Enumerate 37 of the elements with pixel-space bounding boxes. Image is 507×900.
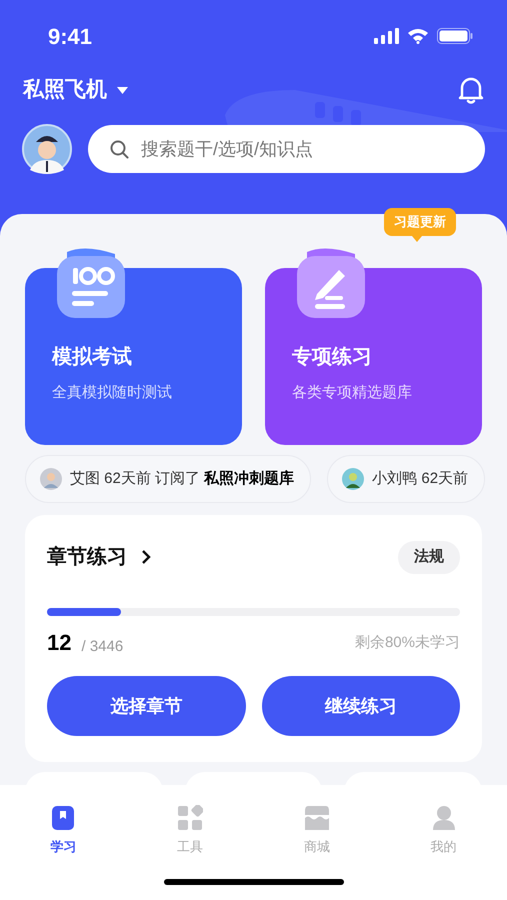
pen-icon: [295, 246, 367, 320]
book-icon: [51, 805, 76, 831]
grid-icon: [177, 805, 204, 831]
chapter-button[interactable]: 选择章节: [47, 676, 246, 736]
avatar-icon[interactable]: [22, 124, 72, 174]
subject-dropdown[interactable]: 私照飞机: [23, 74, 128, 106]
card-subtitle: 全真模拟随时测试: [52, 383, 173, 403]
tab-item[interactable]: 学习: [0, 805, 127, 856]
person-icon: [432, 805, 456, 831]
battery-icon: [437, 28, 473, 44]
category-tag[interactable]: 法规: [398, 541, 460, 574]
remaining-text: 剩余80%未学习: [354, 632, 460, 652]
activity-text: 小刘鸭 62天前: [372, 468, 468, 489]
search-field[interactable]: 搜索题干/选项/知识点: [88, 125, 485, 173]
chapter-link[interactable]: 章节练习: [47, 542, 151, 572]
shop-icon: [304, 805, 330, 831]
caret-icon: [117, 86, 128, 94]
user-avatar-icon: [40, 468, 62, 490]
bell-icon[interactable]: [458, 76, 484, 104]
update-badge: 习题更新: [384, 208, 456, 236]
search-icon: [110, 140, 129, 159]
total-count: / 3446: [81, 639, 124, 654]
chapter-button[interactable]: 继续练习: [262, 676, 460, 736]
card-title: 专项练习: [292, 345, 373, 370]
user-avatar-icon: [342, 468, 364, 490]
badge-pointer-icon: [412, 236, 422, 242]
signal-icon: [374, 28, 399, 44]
card-subtitle: 各类专项精选题库: [292, 383, 413, 403]
wifi-icon: [407, 28, 429, 44]
feature-card[interactable]: 专项练习 各类专项精选题库: [265, 268, 482, 445]
chevron-icon: [141, 549, 151, 566]
activity-text: 艾图 62天前 订阅了 私照冲刺题库: [70, 468, 294, 489]
card-title: 模拟考试: [52, 344, 133, 370]
feature-card[interactable]: 模拟考试 全真模拟随时测试: [25, 268, 242, 445]
score-icon: [55, 246, 127, 320]
done-count: 12: [47, 632, 72, 654]
status-time: 9:41: [48, 22, 92, 50]
